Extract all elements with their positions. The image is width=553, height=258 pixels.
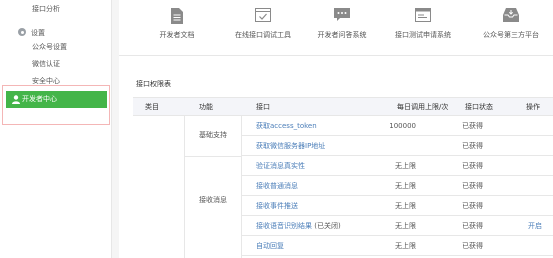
sidebar-item-account-settings[interactable]: 公众号设置 (0, 40, 112, 54)
tool-api-test-application[interactable]: 接口测试申请系统 (387, 0, 459, 52)
tool-label: 开发者文档 (159, 31, 195, 39)
document-icon (171, 8, 183, 24)
tool-third-party-platform[interactable]: 公众号第三方平台 (475, 0, 547, 52)
user-icon (12, 95, 20, 104)
enable-button[interactable]: 开启 (528, 216, 542, 236)
tool-online-debugger[interactable]: 在线接口调试工具 (227, 0, 299, 52)
limit-value: 无上限 (395, 162, 416, 170)
table-row: 接收普通消息 无上限 已获得 (242, 176, 553, 196)
status-value: 已获得 (462, 202, 483, 210)
status-value: 已获得 (462, 122, 483, 130)
table-row: 验证消息真实性 无上限 已获得 (242, 156, 553, 176)
api-link[interactable]: 接收普通消息 (256, 176, 298, 196)
table-row: 接收语音识别结果 (已关闭) 无上限 已获得 开启 (242, 216, 553, 236)
sidebar-item-developer-center[interactable]: 开发者中心 (6, 91, 107, 108)
table-row: 自动回复 无上限 已获得 (242, 236, 553, 256)
tool-label: 接口测试申请系统 (395, 31, 451, 39)
header-action: 操作 (526, 103, 540, 111)
header-api: 接口 (256, 103, 270, 111)
function-column: 基础支持 接收消息 (185, 116, 242, 258)
tool-label: 公众号第三方平台 (483, 31, 539, 39)
header-function: 功能 (199, 103, 213, 111)
api-link-with-note[interactable]: 接收语音识别结果 (已关闭) (256, 216, 341, 236)
api-link[interactable]: 自动回复 (256, 236, 284, 256)
gear-icon (18, 28, 26, 36)
tool-label: 开发者问答系统 (317, 31, 367, 39)
status-value: 已获得 (462, 222, 483, 230)
limit-value: 无上限 (395, 222, 416, 230)
tool-label: 在线接口调试工具 (235, 31, 291, 39)
api-name: 接收语音识别结果 (256, 222, 312, 230)
limit-value: 无上限 (395, 182, 416, 190)
api-closed-note: (已关闭) (314, 222, 341, 230)
developer-center-highlight: 开发者中心 (2, 85, 110, 125)
tool-developer-qa[interactable]: 开发者问答系统 (312, 0, 372, 52)
sidebar-item-verification[interactable]: 微信认证 (0, 57, 112, 71)
window-icon (415, 8, 431, 22)
table-row: 获取access_token 100000 已获得 (242, 116, 553, 136)
tool-developer-docs[interactable]: 开发者文档 (147, 0, 207, 52)
status-value: 已获得 (462, 162, 483, 170)
status-value: 已获得 (462, 142, 483, 150)
tools-bar: 开发者文档 在线接口调试工具 开发者问答系统 接口测试申请系统 公众号第三方平台 (119, 0, 553, 56)
limit-value: 无上限 (395, 202, 416, 210)
api-link[interactable]: 接收事件推送 (256, 196, 298, 216)
sidebar-item-api-analysis[interactable]: 接口分析 (0, 2, 112, 16)
function-group-label: 基础支持 (199, 131, 227, 139)
api-link[interactable]: 获取access_token (256, 116, 317, 136)
api-link[interactable]: 获取微信服务器IP地址 (256, 136, 325, 156)
table-row: 接收事件推送 无上限 已获得 (242, 196, 553, 216)
developer-center-label: 开发者中心 (22, 95, 57, 103)
header-status: 接口状态 (465, 103, 493, 111)
limit-value: 无上限 (395, 242, 416, 250)
table-row: 获取微信服务器IP地址 已获得 (242, 136, 553, 156)
limit-value: 100000 (389, 122, 416, 130)
group-divider (185, 156, 242, 157)
status-value: 已获得 (462, 242, 483, 250)
api-link[interactable]: 验证消息真实性 (256, 156, 305, 176)
function-group-label: 接收消息 (199, 196, 227, 204)
inbox-icon (503, 8, 519, 22)
sidebar-group-label: 设置 (31, 29, 45, 37)
status-value: 已获得 (462, 182, 483, 190)
category-column (133, 116, 185, 258)
header-daily-limit: 每日调用上限/次 (397, 103, 449, 111)
permissions-title: 接口权限表 (136, 80, 171, 88)
header-category: 类目 (145, 103, 159, 111)
table-header: 类目 功能 接口 每日调用上限/次 接口状态 操作 (133, 97, 553, 116)
sidebar: 接口分析 设置 公众号设置 微信认证 安全中心 开发者中心 (0, 0, 112, 258)
chat-bubble-icon (334, 8, 350, 21)
debug-tool-icon (255, 8, 271, 22)
main-content: 开发者文档 在线接口调试工具 开发者问答系统 接口测试申请系统 公众号第三方平台… (119, 0, 553, 258)
sidebar-group-settings: 设置 (0, 26, 112, 40)
